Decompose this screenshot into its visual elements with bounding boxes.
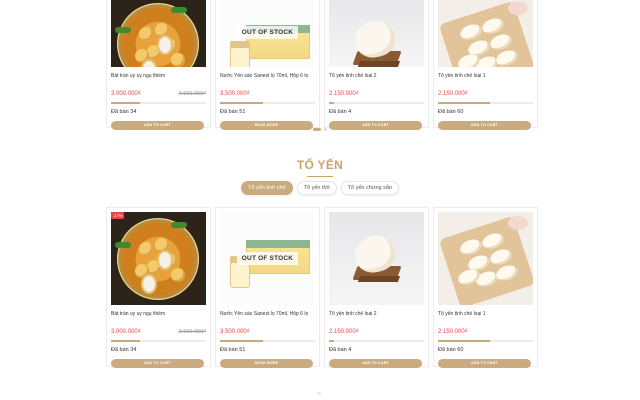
quail-egg bbox=[141, 274, 157, 294]
read-more-button[interactable]: READ MORE bbox=[220, 359, 313, 368]
quail-egg bbox=[157, 35, 173, 55]
herb-leaf bbox=[171, 222, 187, 228]
product-card[interactable]: OUT OF STOCK Nước Yến sào Sanest lọ 70ml… bbox=[215, 0, 320, 130]
product-price: 3.500.000₫ bbox=[220, 91, 250, 97]
sold-progress-fill bbox=[111, 102, 140, 104]
product-price: 3.500.000₫ bbox=[220, 329, 250, 335]
flower-decoration bbox=[508, 1, 528, 15]
flower-decoration bbox=[508, 216, 528, 230]
add-to-cart-button[interactable]: ADD TO CART bbox=[438, 359, 531, 368]
product-image[interactable] bbox=[438, 212, 533, 305]
product-card[interactable]: Bát tràn uy uy ngụ thiềm 3.000.000₫ 3.60… bbox=[106, 0, 211, 130]
sold-count: Đã bán 4 bbox=[329, 109, 352, 115]
product-card[interactable]: Tổ yến tinh chế loại 2 2.150.000₫ Đã bán… bbox=[324, 0, 429, 130]
sold-count: Đã bán 4 bbox=[329, 347, 352, 353]
sold-progress-fill bbox=[438, 102, 491, 104]
carousel-pagination bbox=[0, 128, 640, 131]
herb-leaf bbox=[115, 242, 131, 248]
sold-progress-bar bbox=[329, 340, 424, 342]
sold-progress-bar bbox=[438, 340, 533, 342]
product-price: 3.000.000₫ bbox=[111, 91, 141, 97]
product-name[interactable]: Bát tràn uy uy ngụ thiềm bbox=[111, 311, 206, 327]
product-name[interactable]: Tổ yến tinh chế loại 2 bbox=[329, 311, 424, 327]
sold-progress-fill bbox=[329, 102, 334, 104]
tab-raw-nest[interactable]: Tổ yến thô bbox=[296, 181, 337, 195]
wooden-stand bbox=[357, 61, 401, 67]
product-old-price: 3.600.000₫ bbox=[178, 329, 206, 335]
sold-count: Đã bán 34 bbox=[111, 347, 137, 353]
out-of-stock-label: OUT OF STOCK bbox=[236, 25, 299, 39]
product-name[interactable]: Tổ yến tinh chế loại 2 bbox=[329, 73, 424, 89]
product-price: 3.000.000₫ bbox=[111, 329, 141, 335]
dumpling bbox=[171, 53, 185, 67]
product-image[interactable] bbox=[329, 0, 424, 67]
product-name[interactable]: Tổ yến tinh chế loại 1 bbox=[438, 73, 533, 89]
tab-ready-nest[interactable]: Tổ yến chưng sẵn bbox=[340, 181, 399, 195]
dumpling bbox=[171, 268, 185, 282]
product-card[interactable]: Tổ yến tinh chế loại 2 2.150.000₫ Đã bán… bbox=[324, 207, 429, 368]
tab-refined-nest[interactable]: Tổ yến tinh chế bbox=[241, 181, 293, 195]
product-image[interactable] bbox=[111, 212, 206, 305]
product-name[interactable]: Bát tràn uy uy ngụ thiềm bbox=[111, 73, 206, 89]
sold-progress-fill bbox=[438, 340, 491, 342]
quail-egg bbox=[157, 250, 173, 270]
add-to-cart-button[interactable]: ADD TO CART bbox=[111, 359, 204, 368]
sold-progress-bar bbox=[220, 340, 315, 342]
sold-progress-bar bbox=[329, 102, 424, 104]
product-image[interactable]: OUT OF STOCK bbox=[220, 0, 315, 67]
sold-progress-bar bbox=[111, 340, 206, 342]
product-name[interactable]: Nước Yến sào Sanest lọ 70ml, Hộp 6 lọ bbox=[220, 311, 315, 327]
wooden-stand bbox=[357, 276, 401, 282]
product-image[interactable] bbox=[111, 0, 206, 67]
product-card[interactable]: -17% Bát tràn uy uy ngụ thiềm 3.000.000₫… bbox=[106, 207, 211, 368]
sold-progress-fill bbox=[111, 340, 140, 342]
product-price: 2.150.000₫ bbox=[438, 91, 468, 97]
sold-count: Đã bán 51 bbox=[220, 109, 246, 115]
scroll-indicator bbox=[317, 392, 321, 394]
category-tabs: Tổ yến tinh chế Tổ yến thô Tổ yến chưng … bbox=[0, 181, 640, 195]
product-card[interactable]: OUT OF STOCK Nước Yến sào Sanest lọ 70ml… bbox=[215, 207, 320, 368]
discount-badge: -17% bbox=[111, 212, 125, 219]
sold-count: Đã bán 34 bbox=[111, 109, 137, 115]
out-of-stock-overlay: OUT OF STOCK bbox=[220, 212, 315, 305]
product-image[interactable] bbox=[329, 212, 424, 305]
carousel-dot-2[interactable] bbox=[324, 128, 327, 131]
product-name[interactable]: Nước Yến sào Sanest lọ 70ml, Hộp 6 lọ bbox=[220, 73, 315, 89]
product-price: 2.150.000₫ bbox=[438, 329, 468, 335]
product-old-price: 3.600.000₫ bbox=[178, 91, 206, 97]
section-title: TỔ YẾN bbox=[296, 158, 344, 172]
product-grid: -17% Bát tràn uy uy ngụ thiềm 3.000.000₫… bbox=[106, 207, 538, 368]
top-product-carousel: Bát tràn uy uy ngụ thiềm 3.000.000₫ 3.60… bbox=[106, 0, 538, 130]
sold-progress-fill bbox=[220, 340, 263, 342]
out-of-stock-label: OUT OF STOCK bbox=[236, 252, 299, 265]
herb-leaf bbox=[171, 7, 187, 13]
herb-leaf bbox=[115, 27, 131, 33]
sold-progress-bar bbox=[111, 102, 206, 104]
sold-progress-bar bbox=[220, 102, 315, 104]
product-price: 2.150.000₫ bbox=[329, 91, 359, 97]
product-price: 2.150.000₫ bbox=[329, 329, 359, 335]
dumpling bbox=[139, 242, 153, 256]
add-to-cart-button[interactable]: ADD TO CART bbox=[329, 359, 422, 368]
product-name[interactable]: Tổ yến tinh chế loại 1 bbox=[438, 311, 533, 327]
out-of-stock-overlay: OUT OF STOCK bbox=[220, 0, 315, 67]
product-image[interactable]: OUT OF STOCK bbox=[220, 212, 315, 305]
product-image[interactable] bbox=[438, 0, 533, 67]
sold-progress-bar bbox=[438, 102, 533, 104]
product-card[interactable]: Tổ yến tinh chế loại 1 2.150.000₫ Đã bán… bbox=[433, 0, 538, 130]
sold-count: Đã bán 60 bbox=[438, 347, 464, 353]
sold-progress-fill bbox=[220, 102, 263, 104]
carousel-dot-1[interactable] bbox=[313, 128, 321, 131]
sold-progress-fill bbox=[329, 340, 334, 342]
sold-count: Đã bán 51 bbox=[220, 347, 246, 353]
dumpling bbox=[139, 27, 153, 41]
product-card[interactable]: Tổ yến tinh chế loại 1 2.150.000₫ Đã bán… bbox=[433, 207, 538, 368]
sold-count: Đã bán 60 bbox=[438, 109, 464, 115]
title-divider bbox=[307, 176, 333, 177]
